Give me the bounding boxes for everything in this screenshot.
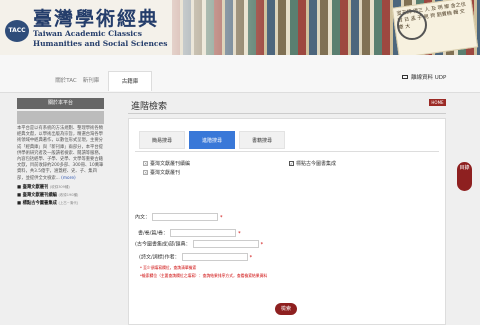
content-input[interactable]	[152, 213, 219, 221]
udp-link[interactable]: 離線資料 UDP	[402, 73, 446, 81]
book-input[interactable]	[170, 229, 237, 237]
checkbox-icon[interactable]: ×	[143, 170, 148, 175]
magnifier-icon	[397, 10, 427, 40]
tab-simple-search[interactable]: 簡易搜尋	[139, 131, 185, 149]
monitor-icon	[402, 75, 408, 79]
tab-new[interactable]: 新刊庫	[73, 71, 109, 91]
sidebar-link[interactable]: ■ 臺灣文獻叢刊 (收錄309種)	[17, 184, 104, 190]
source-checkbox[interactable]: × 臺灣文獻叢刊	[143, 169, 180, 176]
section-input[interactable]	[192, 240, 259, 248]
checkbox-checked-icon[interactable]: ✓	[289, 161, 294, 166]
sidebar: 關於本平台 本平台是以有系統的方法規劃、整理學術各類經典文獻，以學術出版為宗旨，…	[17, 98, 104, 325]
form-note: * 至少須填寫欄位，查詢清單檢索	[140, 265, 197, 270]
sidebar-description: 本平台是以有系統的方法規劃、整理學術各類經典文獻，以學術出版為宗旨，精選台灣各學…	[17, 126, 104, 181]
site-subtitle-en: Humanities and Social Sciences	[33, 39, 168, 48]
content-field: 內文： *	[135, 213, 223, 221]
toc-button[interactable]: 目錄	[457, 162, 472, 191]
tab-advanced-search[interactable]: 進階搜尋	[189, 131, 235, 149]
search-panel: 簡易搜尋 進階搜尋 書籍搜尋 × 臺灣文獻叢刊續編 × 臺灣文獻叢刊 ✓ 標點古今圖書…	[128, 118, 446, 325]
search-button[interactable]: 檢索	[275, 303, 297, 315]
author-field: (詩文/詞標)作者： *	[139, 253, 253, 261]
sidebar-heading: 關於本平台	[17, 98, 104, 109]
site-logo[interactable]: TACC	[5, 20, 29, 42]
book-field: 書/卷/篇/卷： *	[138, 229, 241, 237]
page-title: 進階檢索	[131, 102, 168, 112]
title-divider	[128, 113, 446, 114]
site-title-zh[interactable]: 臺灣學術經典	[33, 4, 159, 31]
header-banner: 宣王師 得三 人 及 明 鄉 舍之也 對 日 孟 子 見 齊 劉寶楠 輯 文 章…	[0, 0, 480, 55]
sidebar-link[interactable]: ■ 臺灣文獻叢刊續編 (收錄190種)	[17, 192, 104, 198]
section-field: (古今圖書集成)部/匯典： *	[135, 240, 264, 248]
source-checkbox[interactable]: ✓ 標點古今圖書集成	[289, 160, 336, 167]
tab-book-search[interactable]: 書籍搜尋	[239, 131, 285, 149]
site-title-en: Taiwan Academic Classics	[33, 29, 142, 38]
tab-classics[interactable]: 古籍庫	[108, 71, 152, 91]
checkbox-icon[interactable]: ×	[143, 161, 148, 166]
home-button[interactable]: HOME	[429, 99, 446, 106]
more-link[interactable]: (more)	[61, 176, 75, 181]
sidebar-link[interactable]: ■ 標點古今圖書集成 (上古~清代)	[17, 200, 104, 206]
sidebar-image	[17, 111, 104, 124]
author-input[interactable]	[181, 253, 248, 261]
source-checkbox[interactable]: × 臺灣文獻叢刊續編	[143, 160, 190, 167]
panel-divider	[135, 151, 439, 152]
udp-label: 離線資料 UDP	[411, 75, 447, 81]
form-note: *檢索欄位（主要查詢欄位之填寫）：查詢結果排序方式，查看檢索結果資料	[140, 273, 268, 278]
